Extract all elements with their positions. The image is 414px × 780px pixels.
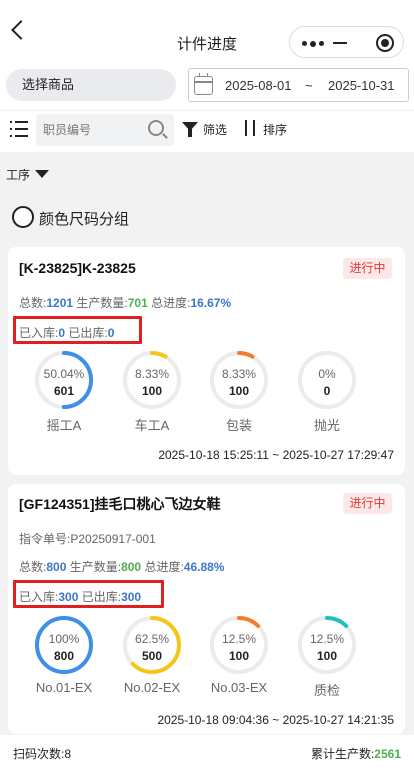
scan-count: 扫码次数:8 xyxy=(13,747,72,761)
step-percent: 8.33% xyxy=(221,367,257,381)
group-radio-label[interactable]: 颜色尺码分组 xyxy=(39,208,129,229)
step-gauge: 0% 0 抛光 xyxy=(297,350,357,433)
total-value: 800 xyxy=(46,560,67,574)
caret-down-icon[interactable] xyxy=(35,170,49,178)
date-end[interactable]: 2025-10-31 xyxy=(328,78,395,93)
step-name: No.02-EX xyxy=(123,680,181,695)
card-stats: 总数:800 生产数量:800 总进度:46.88% xyxy=(19,560,225,574)
select-goods-button[interactable]: 选择商品 xyxy=(6,69,176,101)
stock-stats: 已入库:300 已出库:300 xyxy=(19,590,142,604)
time-range: 2025-10-18 09:04:36 ~ 2025-10-27 14:21:3… xyxy=(157,713,394,727)
step-value: 800 xyxy=(53,649,75,663)
stock-stats: 已入库:0 已出库:0 xyxy=(19,326,115,340)
step-percent: 0% xyxy=(318,367,336,381)
search-icon[interactable] xyxy=(148,120,164,136)
step-name: 包装 xyxy=(225,418,252,433)
step-gauge: 8.33% 100 包装 xyxy=(209,350,269,433)
progress-value: 16.67% xyxy=(190,296,232,310)
stored-value: 300 xyxy=(58,590,79,604)
order-number: 指令单号:P20250917-001 xyxy=(19,532,156,546)
produced-value: 800 xyxy=(121,560,142,574)
filter-button[interactable]: 筛选 xyxy=(203,121,227,138)
step-gauge: 100% 800 No.01-EX xyxy=(34,615,94,695)
step-gauge: 50.04% 601 摇工A xyxy=(34,350,94,433)
step-name: No.01-EX xyxy=(35,680,93,695)
total-value: 1201 xyxy=(46,296,74,310)
step-name: 质检 xyxy=(313,683,340,698)
step-percent: 8.33% xyxy=(134,367,170,381)
status-badge: 进行中 xyxy=(343,258,392,279)
step-value: 601 xyxy=(53,384,75,398)
step-name: No.03-EX xyxy=(210,680,268,695)
step-value: 0 xyxy=(323,384,331,398)
mini-program-capsule xyxy=(289,26,404,58)
produced-value: 701 xyxy=(127,296,148,310)
card-stats: 总数:1201 生产数量:701 总进度:16.67% xyxy=(19,296,232,310)
step-name: 摇工A xyxy=(46,418,82,433)
step-value: 100 xyxy=(316,649,338,663)
step-percent: 50.04% xyxy=(43,367,85,381)
shipped-value: 300 xyxy=(121,590,142,604)
progress-value: 46.88% xyxy=(183,560,225,574)
time-range: 2025-10-18 15:25:11 ~ 2025-10-27 17:29:4… xyxy=(158,448,394,462)
group-radio[interactable] xyxy=(12,206,34,228)
stored-value: 0 xyxy=(58,326,66,340)
status-badge: 进行中 xyxy=(343,493,392,514)
step-percent: 100% xyxy=(48,632,80,646)
step-name: 抛光 xyxy=(313,418,340,433)
step-percent: 12.5% xyxy=(221,632,257,646)
process-dropdown[interactable]: 工序 xyxy=(6,166,30,183)
step-gauge: 12.5% 100 质检 xyxy=(297,615,357,698)
step-value: 100 xyxy=(141,384,163,398)
sort-icon[interactable] xyxy=(243,119,259,137)
close-target-icon[interactable] xyxy=(376,34,394,52)
total-production: 累计生产数:2561 xyxy=(310,747,401,761)
date-start[interactable]: 2025-08-01 xyxy=(225,78,292,93)
progress-card[interactable]: [K-23825]K-23825 进行中 总数:1201 生产数量:701 总进… xyxy=(8,247,405,475)
step-name: 车工A xyxy=(134,418,170,433)
step-percent: 62.5% xyxy=(134,632,170,646)
step-gauge: 8.33% 100 车工A xyxy=(122,350,182,433)
sort-button[interactable]: 排序 xyxy=(263,121,287,138)
nav-bar: 计件进度 xyxy=(0,0,414,60)
minimize-icon[interactable] xyxy=(333,42,347,44)
shipped-value: 0 xyxy=(107,326,115,340)
step-gauge: 62.5% 500 No.02-EX xyxy=(122,615,182,695)
date-range-picker[interactable]: 2025-08-01 ~ 2025-10-31 xyxy=(188,68,409,102)
list-icon[interactable] xyxy=(10,121,28,137)
card-title: [GF124351]挂毛口桃心飞边女鞋 xyxy=(19,496,221,512)
date-separator: ~ xyxy=(305,78,313,93)
more-dots-icon[interactable] xyxy=(302,40,324,47)
step-value: 100 xyxy=(228,649,250,663)
filter-icon[interactable] xyxy=(182,122,198,137)
calendar-icon xyxy=(194,73,213,95)
card-title: [K-23825]K-23825 xyxy=(19,260,136,276)
step-value: 500 xyxy=(141,649,163,663)
step-gauge: 12.5% 100 No.03-EX xyxy=(209,615,269,695)
step-value: 100 xyxy=(228,384,250,398)
progress-card[interactable]: [GF124351]挂毛口桃心飞边女鞋 进行中 指令单号:P20250917-0… xyxy=(8,484,405,734)
total-production-value: 2561 xyxy=(374,747,401,761)
step-percent: 12.5% xyxy=(309,632,345,646)
